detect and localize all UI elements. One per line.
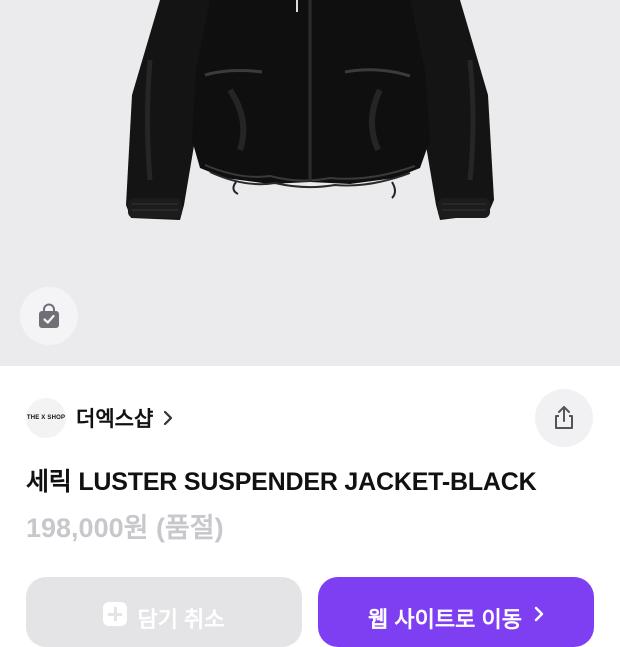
go-to-website-button[interactable]: 웹 사이트로 이동	[318, 577, 594, 647]
store-name[interactable]: 더엑스샵	[76, 403, 153, 433]
share-button[interactable]	[535, 389, 593, 447]
bag-button[interactable]	[20, 287, 78, 345]
share-icon	[555, 406, 573, 429]
store-logo: THE X SHOP	[26, 398, 66, 438]
chevron-right-icon	[163, 410, 173, 426]
plus-icon	[103, 602, 128, 626]
store-logo-text: THE X SHOP	[26, 415, 66, 421]
go-to-website-label: 웹 사이트로 이동	[368, 607, 522, 632]
shopping-bag-check-icon	[39, 303, 59, 328]
product-image[interactable]	[0, 0, 620, 366]
cancel-cart-button[interactable]: 담기 취소	[26, 577, 302, 647]
cancel-cart-label: 담기 취소	[137, 607, 225, 632]
chevron-right-icon	[534, 602, 544, 647]
product-title: 세릭 LUSTER SUSPENDER JACKET-BLACK	[26, 468, 537, 496]
product-price: 198,000원 (품절)	[26, 513, 224, 543]
jacket-image	[126, 0, 494, 220]
store-link[interactable]: THE X SHOP 더엑스샵	[26, 398, 173, 438]
